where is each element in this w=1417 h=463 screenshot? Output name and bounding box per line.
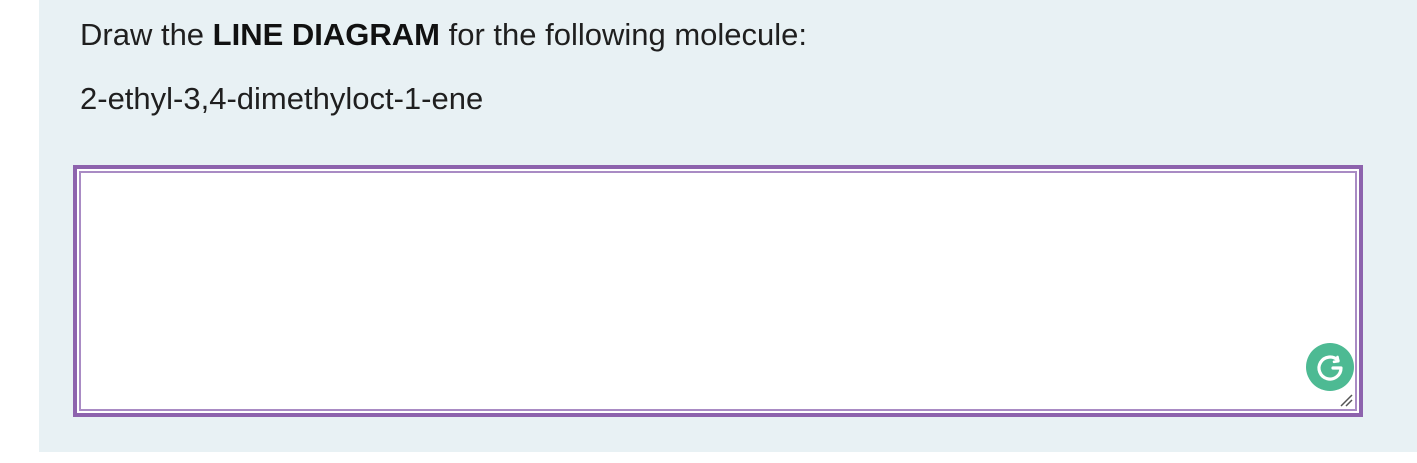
resize-handle-icon[interactable]: [1339, 393, 1353, 407]
answer-textarea[interactable]: [73, 165, 1363, 417]
question-prompt: Draw the LINE DIAGRAM for the following …: [80, 14, 807, 56]
prompt-text-before: Draw the: [80, 17, 213, 52]
molecule-name: 2-ethyl-3,4-dimethyloct-1-ene: [80, 81, 484, 116]
prompt-emphasis: LINE DIAGRAM: [212, 17, 440, 52]
prompt-text-after: for the following molecule:: [440, 17, 808, 52]
grammarly-icon[interactable]: [1306, 343, 1354, 391]
question-panel: Draw the LINE DIAGRAM for the following …: [39, 0, 1417, 452]
